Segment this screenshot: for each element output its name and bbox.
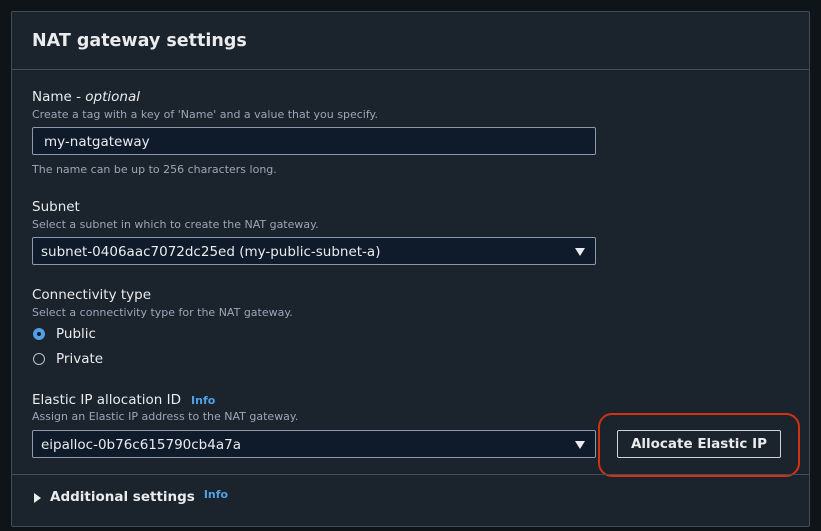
eip-select[interactable]: eipalloc-0b76c615790cb4a7a: [32, 430, 596, 458]
additional-settings-toggle[interactable]: Additional settings Info: [32, 488, 228, 505]
subnet-field-description: Select a subnet in which to create the N…: [32, 218, 319, 231]
eip-label-row: Elastic IP allocation ID Info: [32, 392, 215, 408]
radio-selected-icon: [33, 328, 45, 340]
radio-option-public[interactable]: Public: [33, 326, 96, 342]
caret-right-icon: [34, 493, 41, 503]
section-divider: [12, 474, 809, 475]
radio-option-private[interactable]: Private: [33, 351, 103, 367]
eip-field-description: Assign an Elastic IP address to the NAT …: [32, 410, 299, 423]
radio-label-public: Public: [56, 326, 96, 342]
panel-title: NAT gateway settings: [32, 31, 247, 51]
caret-down-icon: [575, 248, 585, 256]
eip-selected-value: eipalloc-0b76c615790cb4a7a: [41, 437, 241, 453]
name-input[interactable]: my-natgateway: [32, 127, 596, 155]
name-field-label: Name - optional: [32, 89, 140, 105]
eip-field-label: Elastic IP allocation ID: [32, 392, 182, 408]
additional-settings-label: Additional settings: [50, 489, 195, 505]
connectivity-field-label: Connectivity type: [32, 287, 152, 303]
subnet-select[interactable]: subnet-0406aac7072dc25ed (my-public-subn…: [32, 237, 596, 265]
nat-gateway-settings-panel: NAT gateway settings Name - optional Cre…: [11, 11, 810, 527]
name-field-description: Create a tag with a key of 'Name' and a …: [32, 108, 378, 121]
connectivity-field-description: Select a connectivity type for the NAT g…: [32, 306, 293, 319]
caret-down-icon: [575, 441, 585, 449]
subnet-selected-value: subnet-0406aac7072dc25ed (my-public-subn…: [41, 244, 381, 260]
highlight-annotation: [598, 413, 800, 477]
optional-marker: optional: [85, 89, 141, 105]
radio-label-private: Private: [56, 351, 104, 367]
name-constraint-text: The name can be up to 256 characters lon…: [32, 163, 277, 176]
additional-settings-info-link[interactable]: Info: [204, 488, 228, 501]
eip-info-link[interactable]: Info: [191, 394, 215, 407]
subnet-field-label: Subnet: [32, 199, 80, 215]
radio-unselected-icon: [33, 353, 45, 365]
panel-header: NAT gateway settings: [12, 12, 809, 70]
name-label-text: Name -: [32, 89, 86, 105]
